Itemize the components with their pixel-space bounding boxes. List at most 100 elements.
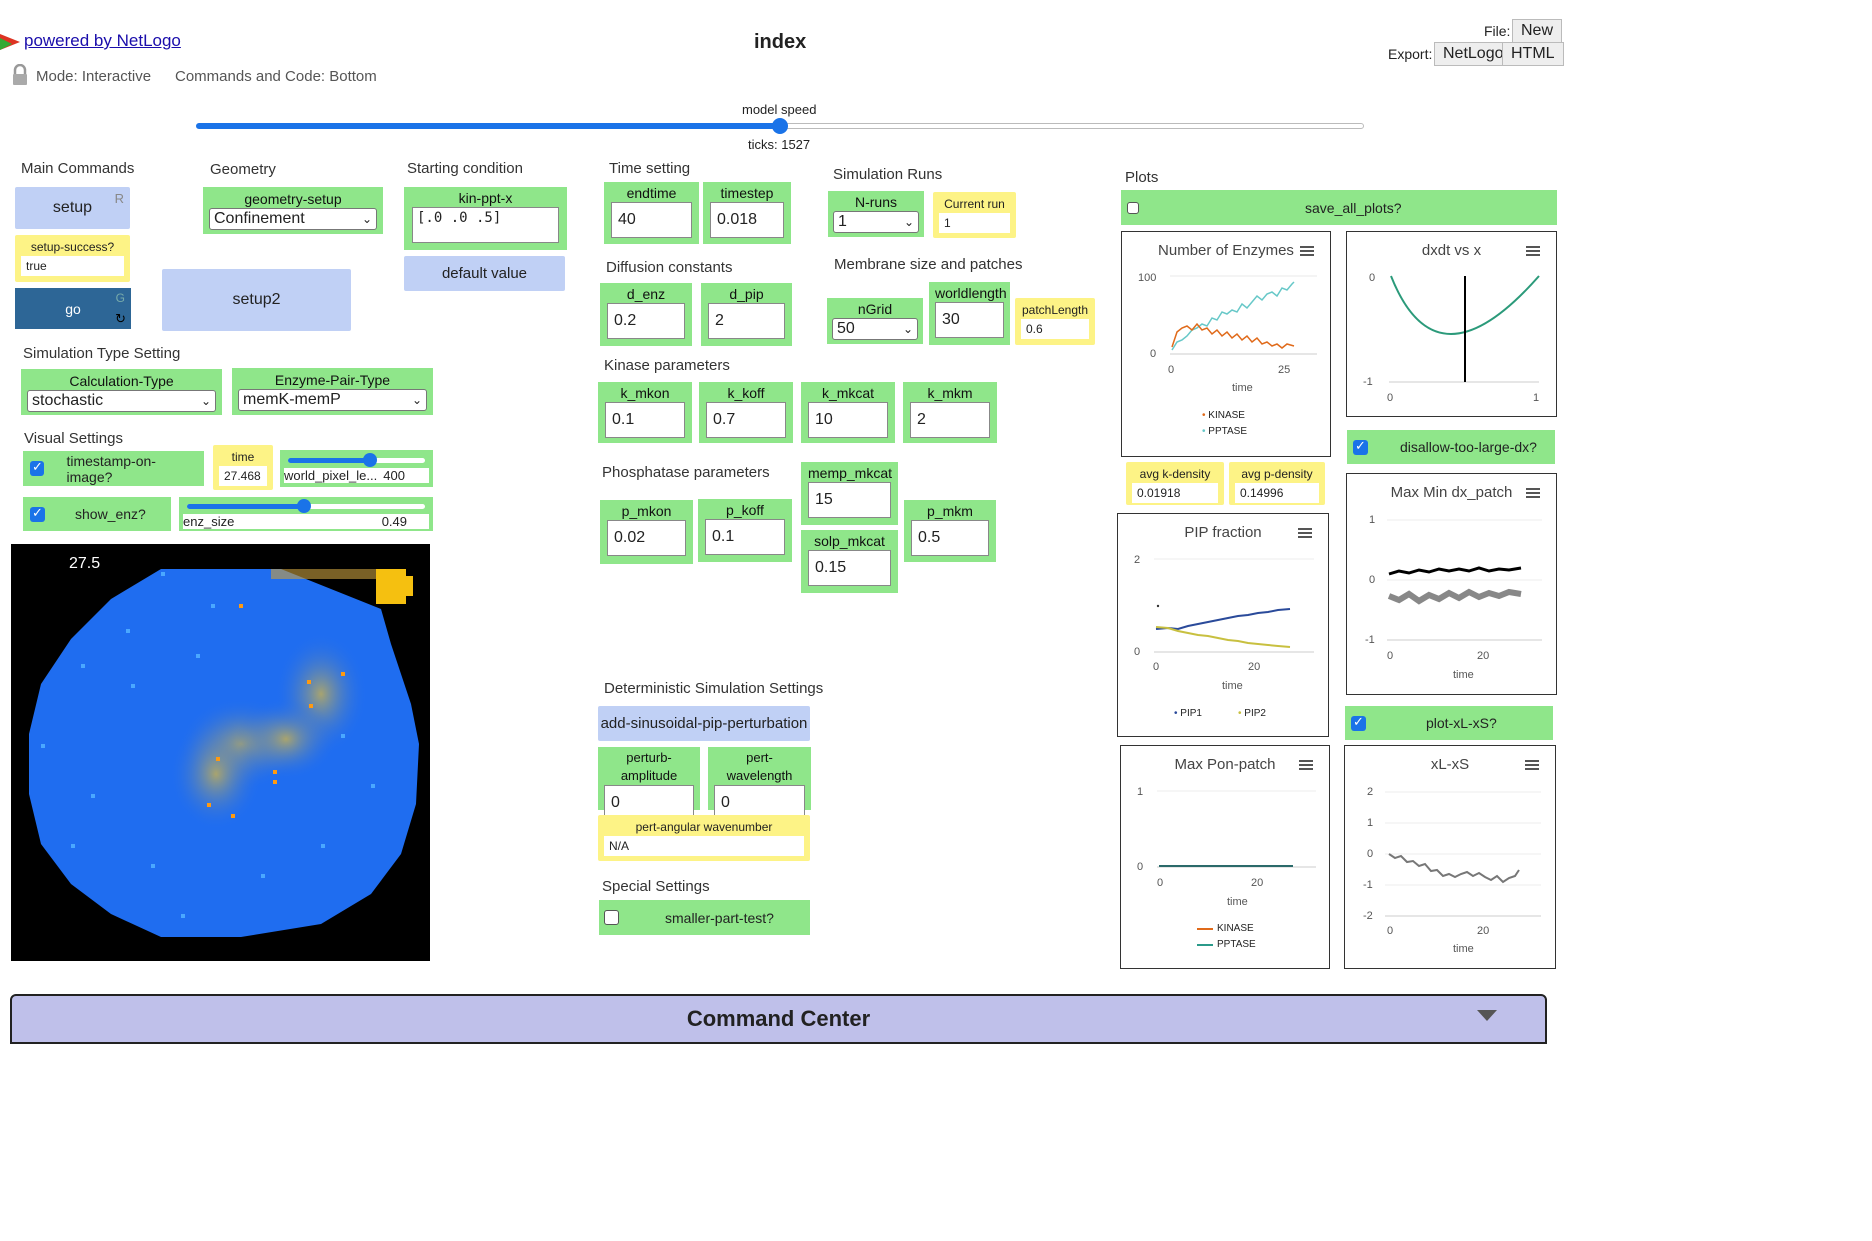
k-mkcat-field[interactable]: 10 (808, 402, 888, 438)
plot-max-min-dx-patch[interactable]: Max Min dx_patch 1 0 -1 0 20 time (1346, 473, 1557, 695)
plot-pip-fraction[interactable]: PIP fraction 2 0 0 20 time • PIP1 • PIP2 (1117, 513, 1329, 737)
go-button[interactable]: go G ↻ (15, 288, 131, 329)
checkbox-checked-icon[interactable] (30, 459, 45, 476)
k-mkcat-input-widget[interactable]: k_mkcat 10 (801, 382, 895, 443)
calc-type-chooser[interactable]: Calculation-Type stochastic ⌄ (21, 369, 222, 415)
memp-mkcat-field[interactable]: 15 (808, 482, 891, 518)
world-view[interactable]: 27.5 (11, 544, 430, 961)
y-tick: 1 (1367, 817, 1374, 829)
k-mkon-input-widget[interactable]: k_mkon 0.1 (598, 382, 692, 443)
plot-dxdt-vs-x[interactable]: dxdt vs x 0 -1 0 1 (1346, 231, 1557, 417)
p-koff-input-widget[interactable]: p_koff 0.1 (698, 499, 792, 562)
plot-number-of-enzymes[interactable]: Number of Enzymes 100 0 0 25 time • KINA… (1121, 231, 1331, 457)
endtime-field[interactable]: 40 (611, 202, 692, 238)
plot-canvas (1385, 791, 1541, 917)
perturb-amplitude-input-widget[interactable]: perturb-amplitude 0 (598, 747, 700, 821)
solp-mkcat-field[interactable]: 0.15 (808, 550, 891, 586)
p-koff-field[interactable]: 0.1 (705, 519, 785, 555)
main-commands-title: Main Commands (21, 160, 135, 177)
geometry-setup-chooser[interactable]: geometry-setup Confinement ⌄ (203, 187, 383, 234)
y-tick: 0 (1367, 848, 1374, 860)
command-center-bar[interactable]: Command Center (10, 994, 1547, 1044)
export-html-button[interactable]: HTML (1502, 42, 1564, 66)
chevron-down-icon: ⌄ (903, 215, 914, 229)
checkbox-unchecked-icon[interactable] (604, 910, 619, 925)
x-tick: 0 (1387, 650, 1394, 662)
show-enz-switch[interactable]: show_enz? (23, 497, 171, 531)
membrane-title: Membrane size and patches (834, 256, 1023, 273)
worldlength-field[interactable]: 30 (935, 302, 1004, 338)
enzyme-pair-chooser[interactable]: Enzyme-Pair-Type memK-memP ⌄ (232, 368, 433, 415)
d-pip-field[interactable]: 2 (708, 303, 785, 339)
k-koff-field[interactable]: 0.7 (706, 402, 786, 438)
p-mkm-field[interactable]: 0.5 (911, 520, 989, 556)
checkbox-checked-icon[interactable] (30, 505, 45, 522)
chevron-down-icon: ⌄ (411, 393, 422, 407)
checkbox-checked-icon[interactable] (1353, 438, 1368, 455)
export-label: Export: (1388, 46, 1433, 62)
k-mkm-field[interactable]: 2 (910, 402, 990, 438)
world-pixel-track[interactable] (284, 453, 429, 467)
x-axis-label: time (1453, 669, 1474, 681)
plot-xl-xs[interactable]: xL-xS 2 1 0 -1 -2 0 20 time (1344, 745, 1556, 969)
d-pip-input-widget[interactable]: d_pip 2 (701, 283, 792, 346)
export-netlogo-button[interactable]: NetLogo (1434, 42, 1513, 66)
speed-slider[interactable] (196, 118, 1364, 134)
k-koff-input-widget[interactable]: k_koff 0.7 (699, 382, 793, 443)
ngrid-value: 50 (837, 320, 855, 337)
plot-max-pon-patch[interactable]: Max Pon-patch 1 0 0 20 time KINASE PPTAS… (1120, 745, 1330, 969)
commands-code-label[interactable]: Commands and Code: Bottom (175, 68, 377, 85)
setup-button[interactable]: setup R (15, 187, 130, 229)
calc-type-select[interactable]: stochastic ⌄ (27, 390, 216, 412)
enzyme-pair-select[interactable]: memK-memP ⌄ (238, 389, 427, 411)
p-mkm-input-widget[interactable]: p_mkm 0.5 (904, 500, 996, 562)
chevron-down-icon[interactable] (1477, 1010, 1497, 1021)
setup-key: R (114, 191, 124, 206)
enz-size-value: 0.49 (381, 514, 407, 529)
kin-ppt-x-field[interactable]: [.0 .0 .5] (412, 207, 559, 243)
timestep-input-widget[interactable]: timestep 0.018 (703, 182, 791, 244)
setup2-button[interactable]: setup2 (162, 269, 351, 331)
add-sinusoidal-button[interactable]: add-sinusoidal-pip-perturbation (598, 706, 810, 741)
file-new-button[interactable]: New (1512, 19, 1563, 43)
phosphatase-title: Phosphatase parameters (602, 464, 770, 481)
enz-size-slider[interactable]: enz_size 0.49 (179, 497, 433, 531)
endtime-input-widget[interactable]: endtime 40 (604, 182, 699, 244)
world-pixel-slider[interactable]: world_pixel_le... 400 (280, 450, 433, 487)
p-mkon-field[interactable]: 0.02 (607, 520, 686, 556)
default-value-button[interactable]: default value (404, 256, 565, 291)
timestamp-switch[interactable]: timestamp-on-image? (23, 451, 204, 486)
x-tick: 0 (1157, 877, 1164, 889)
p-mkon-input-widget[interactable]: p_mkon 0.02 (600, 500, 693, 564)
checkbox-checked-icon[interactable] (1351, 714, 1366, 731)
checkbox-unchecked-icon[interactable] (1127, 201, 1139, 214)
kin-ppt-x-input-widget[interactable]: kin-ppt-x [.0 .0 .5] (404, 187, 567, 250)
d-enz-input-widget[interactable]: d_enz 0.2 (600, 283, 692, 346)
powered-by-link[interactable]: powered by NetLogo (24, 31, 181, 51)
n-runs-chooser[interactable]: N-runs 1 ⌄ (828, 191, 924, 237)
y-tick: 0 (1369, 574, 1376, 586)
mode-label[interactable]: Mode: Interactive (36, 68, 151, 85)
d-enz-field[interactable]: 0.2 (607, 303, 685, 339)
timestep-field[interactable]: 0.018 (710, 202, 784, 238)
disallow-dx-switch[interactable]: disallow-too-large-dx? (1347, 430, 1555, 464)
save-all-plots-switch[interactable]: save_all_plots? (1121, 190, 1557, 225)
sim-type-title: Simulation Type Setting (23, 345, 181, 362)
n-runs-select[interactable]: 1 ⌄ (833, 211, 919, 233)
solp-mkcat-input-widget[interactable]: solp_mkcat 0.15 (801, 530, 898, 593)
enz-size-track[interactable] (183, 499, 429, 513)
geometry-setup-select[interactable]: Confinement ⌄ (209, 208, 377, 230)
worldlength-input-widget[interactable]: worldlength 30 (929, 282, 1010, 345)
k-mkon-field[interactable]: 0.1 (605, 402, 685, 438)
x-tick: 0 (1168, 364, 1175, 376)
pert-wavelength-input-widget[interactable]: pert-wavelength 0 (708, 747, 811, 821)
forever-icon: ↻ (115, 311, 126, 326)
ngrid-chooser[interactable]: nGrid 50 ⌄ (827, 298, 923, 344)
plot-xl-xs-switch[interactable]: plot-xL-xS? (1345, 706, 1553, 740)
diffusion-title: Diffusion constants (606, 259, 733, 276)
smaller-part-test-switch[interactable]: smaller-part-test? (599, 900, 810, 935)
k-mkm-input-widget[interactable]: k_mkm 2 (903, 382, 997, 443)
x-tick: 25 (1278, 364, 1291, 376)
memp-mkcat-input-widget[interactable]: memp_mkcat 15 (801, 462, 898, 525)
ngrid-select[interactable]: 50 ⌄ (832, 318, 918, 340)
